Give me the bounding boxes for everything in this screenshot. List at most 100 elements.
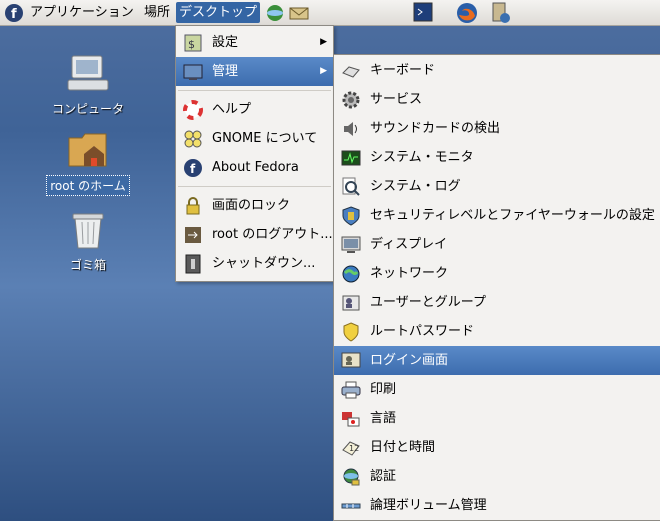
login-screen-icon	[341, 352, 361, 368]
fedora-icon: f	[184, 159, 202, 177]
places-menu[interactable]: 場所	[141, 2, 173, 23]
menu-item-about-gnome-label: GNOME について	[212, 131, 318, 146]
menu-item-administration[interactable]: 管理 ▶	[176, 57, 333, 86]
admin-item-authentication[interactable]: 認証	[334, 462, 660, 491]
admin-item-soundcard-label: サウンドカードの検出	[370, 121, 501, 136]
firefox-launcher-icon[interactable]	[456, 2, 478, 24]
admin-item-security-firewall[interactable]: セキュリティレベルとファイヤーウォールの設定	[334, 201, 660, 230]
admin-item-keyboard[interactable]: キーボード	[334, 56, 660, 85]
menu-item-about-fedora-label: About Fedora	[212, 160, 299, 175]
gnome-foot-icon	[184, 130, 202, 148]
fedora-logo-icon[interactable]: f	[4, 3, 24, 23]
applications-menu[interactable]: アプリケーション	[27, 2, 137, 23]
submenu-arrow-icon: ▶	[320, 37, 327, 47]
menu-item-about-fedora[interactable]: f About Fedora	[176, 153, 333, 182]
menu-item-lock-screen[interactable]: 画面のロック	[176, 191, 333, 220]
menu-item-logout[interactable]: root のログアウト...	[176, 220, 333, 249]
help-lifebuoy-icon	[183, 100, 203, 120]
admin-item-login-screen[interactable]: ログイン画面	[334, 346, 660, 375]
volume-bar-icon	[341, 503, 361, 509]
network-globe-icon	[342, 265, 360, 283]
menu-separator	[178, 90, 331, 91]
menu-item-help[interactable]: ヘルプ	[176, 95, 333, 124]
admin-item-keyboard-label: キーボード	[370, 63, 436, 78]
administration-submenu: キーボード サービス サウンドカードの検出 システム・モニタ システム・ログ セ…	[333, 54, 660, 521]
mail-launcher-icon[interactable]	[288, 3, 310, 23]
web-browser-launcher-icon[interactable]	[264, 3, 286, 23]
svg-text:12: 12	[349, 444, 359, 453]
menu-item-shutdown[interactable]: シャットダウン...	[176, 249, 333, 278]
menu-item-shutdown-label: シャットダウン...	[212, 256, 316, 271]
admin-item-display[interactable]: ディスプレイ	[334, 230, 660, 259]
menu-separator	[178, 186, 331, 187]
admin-item-language[interactable]: 言語	[334, 404, 660, 433]
users-groups-icon	[342, 295, 360, 311]
home-folder-icon	[68, 133, 107, 167]
desktop-computer[interactable]: コンピュータ	[38, 52, 138, 118]
computer-icon	[67, 55, 109, 91]
firewall-shield-icon	[342, 206, 360, 226]
admin-item-date-time[interactable]: 12 日付と時間	[334, 433, 660, 462]
menu-item-settings[interactable]: $ 設定 ▶	[176, 28, 333, 57]
admin-item-root-password[interactable]: ルートパスワード	[334, 317, 660, 346]
menu-item-administration-label: 管理	[212, 64, 239, 79]
desktop-dropdown-menu: $ 設定 ▶ 管理 ▶ ヘルプ GNOME について f About Fedor…	[175, 25, 334, 282]
lock-icon	[186, 197, 200, 215]
display-icon	[341, 236, 361, 253]
menu-item-logout-label: root のログアウト...	[212, 227, 333, 242]
admin-item-date-time-label: 日付と時間	[370, 440, 436, 455]
badge-shield-icon	[343, 322, 359, 342]
admin-item-printing-label: 印刷	[370, 382, 397, 397]
services-gear-icon	[342, 91, 360, 109]
svg-text:f: f	[11, 7, 17, 22]
language-flags-icon	[342, 412, 360, 427]
admin-item-lvm[interactable]: 論理ボリューム管理	[334, 491, 660, 520]
speaker-icon	[344, 122, 357, 136]
top-panel: f アプリケーション 場所 デスクトップ	[0, 0, 660, 26]
admin-item-printing[interactable]: 印刷	[334, 375, 660, 404]
trash-icon	[72, 213, 104, 249]
logout-icon	[185, 227, 201, 243]
terminal-launcher-icon[interactable]	[413, 2, 433, 22]
submenu-arrow-icon: ▶	[320, 66, 327, 76]
admin-item-system-monitor-label: システム・モニタ	[370, 150, 474, 165]
menu-item-lock-screen-label: 画面のロック	[212, 198, 291, 213]
magnifier-log-icon	[342, 177, 360, 196]
admin-item-network[interactable]: ネットワーク	[334, 259, 660, 288]
admin-item-system-monitor[interactable]: システム・モニタ	[334, 143, 660, 172]
printer-icon	[341, 381, 361, 399]
administration-icon	[183, 64, 203, 80]
admin-item-authentication-label: 認証	[370, 469, 397, 484]
keyboard-icon	[342, 66, 360, 78]
admin-item-network-label: ネットワーク	[370, 266, 449, 281]
svg-text:$: $	[188, 38, 195, 51]
shutdown-icon	[185, 254, 201, 274]
menu-item-about-gnome[interactable]: GNOME について	[176, 124, 333, 153]
admin-item-users-groups-label: ユーザーとグループ	[370, 295, 486, 310]
authentication-globe-icon	[343, 468, 360, 486]
admin-item-users-groups[interactable]: ユーザーとグループ	[334, 288, 660, 317]
trash-label: ゴミ箱	[69, 258, 106, 272]
admin-item-language-label: 言語	[370, 411, 397, 426]
admin-item-system-log[interactable]: システム・ログ	[334, 172, 660, 201]
admin-item-services-label: サービス	[370, 92, 423, 107]
settings-icon: $	[184, 34, 202, 52]
svg-text:f: f	[190, 162, 196, 176]
admin-item-login-screen-label: ログイン画面	[370, 353, 449, 368]
admin-item-services[interactable]: サービス	[334, 85, 660, 114]
update-notifier-icon[interactable]	[490, 2, 512, 24]
calendar-clock-icon: 12	[342, 441, 360, 456]
desktop-menu[interactable]: デスクトップ	[176, 2, 261, 23]
home-label: root のホーム	[46, 175, 130, 196]
desktop-trash[interactable]: ゴミ箱	[38, 208, 138, 274]
menu-item-help-label: ヘルプ	[212, 102, 252, 117]
menu-item-settings-label: 設定	[212, 35, 239, 50]
admin-item-root-password-label: ルートパスワード	[370, 324, 475, 339]
desktop-home[interactable]: root のホーム	[38, 128, 138, 196]
admin-item-display-label: ディスプレイ	[370, 237, 448, 252]
admin-item-system-log-label: システム・ログ	[370, 179, 461, 194]
admin-item-security-firewall-label: セキュリティレベルとファイヤーウォールの設定	[370, 208, 655, 223]
admin-item-soundcard[interactable]: サウンドカードの検出	[334, 114, 660, 143]
system-monitor-icon	[341, 150, 361, 166]
computer-label: コンピュータ	[51, 102, 124, 116]
